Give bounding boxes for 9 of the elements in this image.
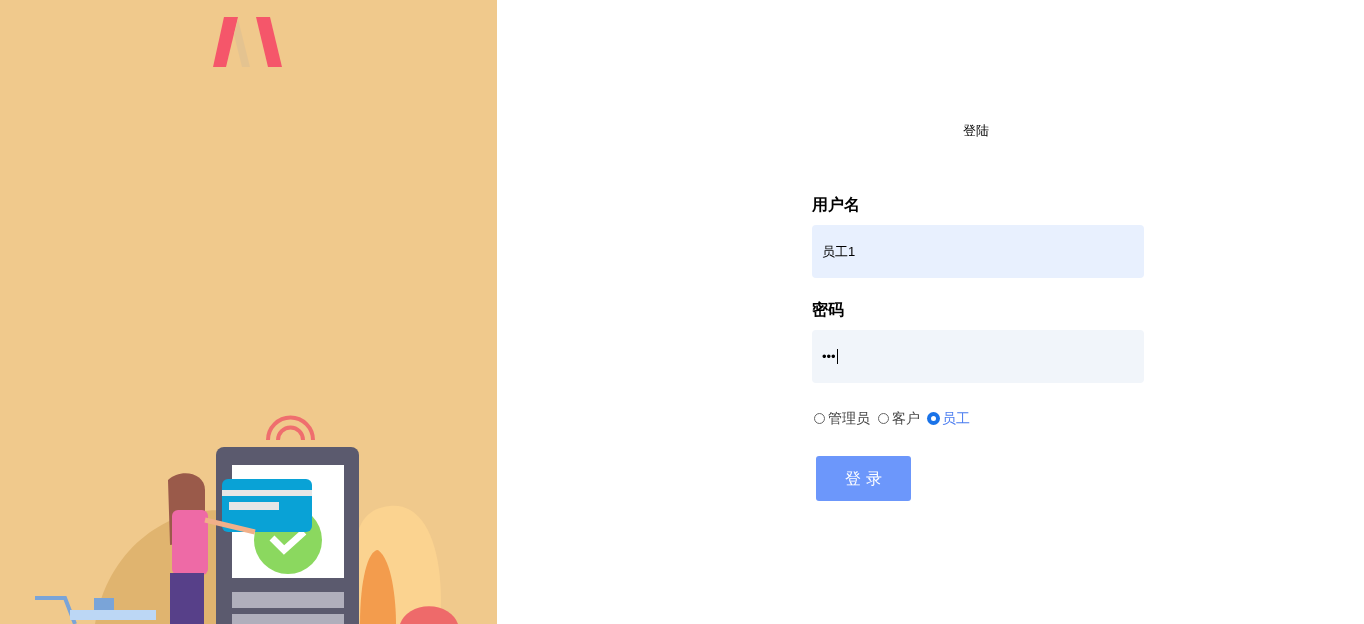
role-radio[interactable]: 管理员 xyxy=(814,409,870,427)
input-field[interactable]: 员工1 xyxy=(812,225,1144,278)
input-field[interactable]: ••• xyxy=(812,330,1144,383)
logo-icon xyxy=(212,17,282,69)
login-title: 登陆 xyxy=(963,122,989,140)
role-radio[interactable]: 客户 xyxy=(878,409,920,427)
field-label: 用户名 xyxy=(812,195,861,215)
field-label: 密码 xyxy=(812,300,845,320)
role-radio[interactable]: 员工 xyxy=(928,409,970,427)
